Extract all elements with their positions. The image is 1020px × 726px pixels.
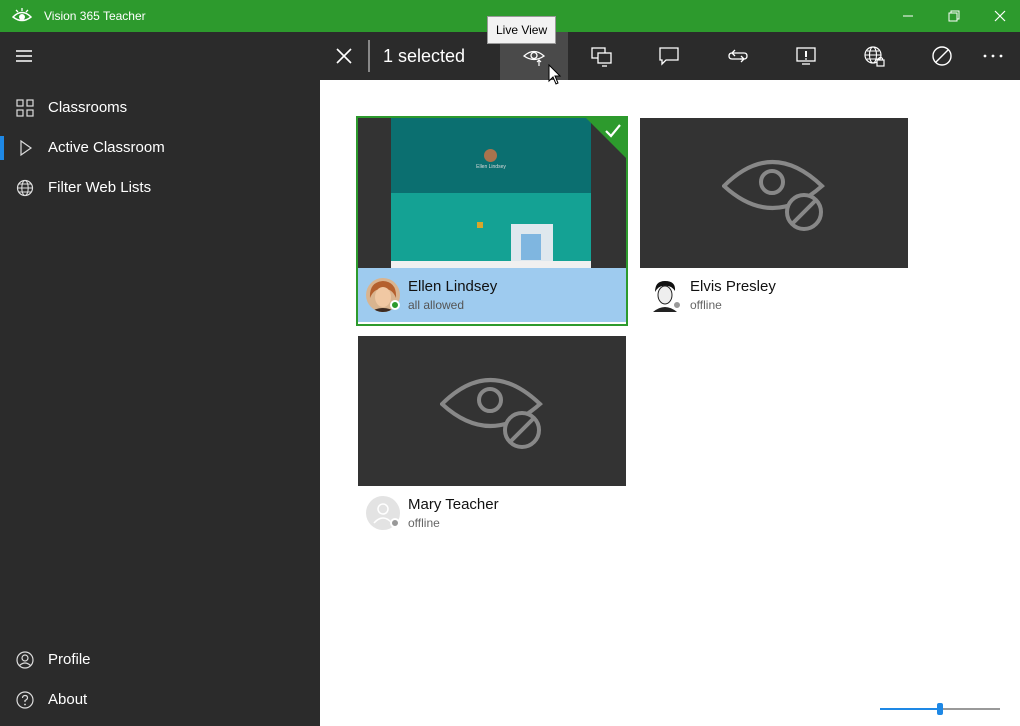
eye-logo-icon — [12, 8, 32, 22]
sidebar-item-classrooms[interactable]: Classrooms — [0, 88, 320, 128]
block-icon — [932, 46, 952, 66]
student-status: offline — [408, 516, 440, 530]
restore-button[interactable] — [931, 0, 977, 32]
sidebar-item-profile[interactable]: Profile — [0, 640, 320, 680]
more-button[interactable] — [966, 32, 1020, 80]
help-icon — [16, 691, 34, 709]
globe-icon — [16, 179, 34, 197]
eye-icon — [522, 50, 546, 66]
checkmark-icon — [605, 124, 621, 138]
share-screen-button[interactable] — [568, 32, 636, 80]
grid-icon — [16, 99, 34, 117]
zoom-slider[interactable] — [880, 700, 1000, 718]
divider — [368, 40, 370, 72]
alert-icon — [796, 47, 816, 65]
chat-icon — [659, 47, 679, 66]
offline-status-dot — [672, 300, 682, 310]
active-indicator — [0, 136, 4, 160]
play-icon — [20, 139, 33, 157]
sidebar-item-label: Active Classroom — [48, 139, 165, 156]
remote-screen: Ellen Lindsey — [391, 118, 591, 268]
student-name: Elvis Presley — [690, 278, 776, 295]
eye-blocked-icon — [440, 378, 543, 449]
student-status: offline — [690, 298, 722, 312]
student-status: all allowed — [408, 298, 465, 312]
student-name: Mary Teacher — [408, 496, 499, 513]
loop-icon — [728, 49, 748, 63]
minimize-icon — [903, 15, 913, 17]
offline-status-dot — [390, 518, 400, 528]
student-tile[interactable]: Ellen Lindsey Ellen Lindsey all allowed — [356, 116, 628, 326]
mini-avatar — [484, 149, 497, 162]
share-button[interactable] — [704, 32, 772, 80]
student-name: Ellen Lindsey — [408, 278, 498, 295]
close-icon — [994, 10, 1006, 22]
clear-selection-icon[interactable] — [332, 44, 356, 68]
sidebar-item-active-classroom[interactable]: Active Classroom — [0, 128, 320, 168]
eye-blocked-icon — [722, 160, 825, 231]
sidebar-item-filter-web-lists[interactable]: Filter Web Lists — [0, 168, 320, 208]
mini-window — [511, 224, 553, 264]
sidebar-item-label: Classrooms — [48, 99, 128, 116]
live-view-tooltip: Live View — [487, 16, 557, 44]
student-info: Ellen Lindsey all allowed — [358, 268, 626, 322]
window-title: Vision 365 Teacher — [44, 9, 146, 23]
hamburger-icon[interactable] — [14, 46, 34, 66]
message-button[interactable] — [635, 32, 703, 80]
alert-button[interactable] — [772, 32, 840, 80]
student-tile[interactable]: Mary Teacher offline — [358, 336, 626, 542]
command-bar: 1 selected — [320, 32, 1020, 80]
student-tile[interactable]: Elvis Presley offline — [640, 118, 908, 324]
mini-name: Ellen Lindsey — [476, 164, 506, 170]
student-info: Mary Teacher offline — [358, 486, 626, 540]
restore-icon — [948, 10, 960, 22]
offline-thumbnail[interactable] — [358, 336, 626, 486]
mini-taskbar — [391, 261, 591, 268]
mini-tile — [477, 222, 483, 228]
sidebar-item-label: Filter Web Lists — [48, 179, 152, 196]
online-status-dot — [390, 300, 400, 310]
web-limits-button[interactable] — [840, 32, 908, 80]
sidebar-item-label: Profile — [48, 651, 91, 668]
slider-fill — [880, 708, 940, 710]
student-info: Elvis Presley offline — [640, 268, 908, 322]
more-icon — [983, 54, 1003, 58]
sidebar-item-about[interactable]: About — [0, 680, 320, 720]
sidebar: Classrooms Active Classroom Filter Web L… — [0, 32, 320, 726]
offline-thumbnail[interactable] — [640, 118, 908, 268]
mouse-cursor-icon — [548, 64, 562, 85]
globe-lock-icon — [864, 46, 885, 67]
live-screen-thumbnail[interactable]: Ellen Lindsey — [358, 118, 626, 268]
monitors-icon — [591, 47, 612, 67]
person-icon — [16, 651, 34, 669]
close-window-button[interactable] — [977, 0, 1020, 32]
slider-thumb[interactable] — [937, 703, 943, 715]
selection-count: 1 selected — [383, 46, 466, 66]
minimize-button[interactable] — [885, 0, 931, 32]
sidebar-item-label: About — [48, 691, 88, 708]
